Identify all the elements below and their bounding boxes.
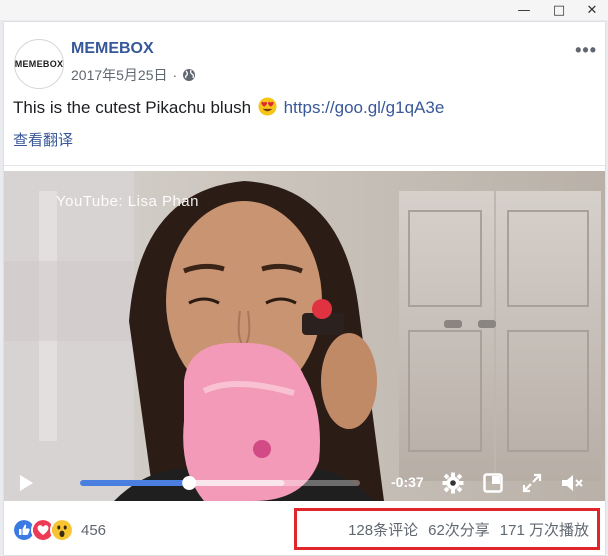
see-translation-link[interactable]: 查看翻译 — [13, 129, 73, 150]
avatar-logo-text: MEMEBOX — [14, 59, 64, 69]
close-window-button[interactable]: ✕ — [574, 0, 608, 20]
post-card: MEMEBOX MEMEBOX 2017年5月25日 · ••• This is… — [3, 21, 606, 556]
engagement-stats: 128条评论 62次分享 171 万次播放 — [294, 508, 600, 550]
globe-icon — [183, 69, 196, 81]
video-watermark: YouTube: Lisa Phan — [56, 193, 199, 210]
minimize-button[interactable]: — — [506, 0, 542, 20]
maximize-button[interactable]: □ — [541, 0, 577, 20]
reaction-count: 456 — [81, 521, 107, 539]
post-stats: 456 128条评论 62次分享 171 万次播放 — [4, 508, 605, 554]
window-titlebar: — □ ✕ — [0, 0, 608, 20]
close-icon: ✕ — [586, 2, 598, 18]
maximize-icon: □ — [552, 2, 566, 18]
time-remaining: -0:37 — [391, 474, 424, 490]
views-count: 171 万次播放 — [499, 521, 589, 539]
video-player[interactable]: YouTube: Lisa Phan -0:37 — [4, 171, 605, 501]
post-text: This is the cutest Pikachu blush — [13, 98, 252, 117]
more-options-button[interactable]: ••• — [575, 40, 597, 61]
reactions-summary[interactable]: 456 — [12, 518, 106, 542]
fullscreen-icon[interactable] — [522, 473, 542, 493]
shares-count-link[interactable]: 62次分享 — [428, 519, 490, 540]
post-link[interactable]: https://goo.gl/g1qA3e — [284, 98, 445, 117]
post-message: This is the cutest Pikachu blush https:/… — [13, 97, 444, 118]
minimize-icon: — — [517, 2, 531, 18]
comments-count-link[interactable]: 128条评论 — [348, 519, 418, 540]
play-icon[interactable] — [18, 473, 34, 493]
divider — [4, 165, 605, 166]
avatar[interactable]: MEMEBOX — [14, 39, 64, 89]
page-name-link[interactable]: MEMEBOX — [71, 40, 154, 58]
pip-icon[interactable] — [483, 473, 503, 493]
wow-reaction-icon — [50, 518, 74, 542]
video-progress-bar[interactable] — [80, 476, 360, 490]
gear-icon[interactable] — [442, 472, 464, 494]
post-date[interactable]: 2017年5月25日 — [71, 65, 168, 85]
video-controls: -0:37 — [4, 466, 605, 500]
post-meta: 2017年5月25日 · — [71, 65, 196, 85]
video-frame — [4, 171, 605, 501]
volume-muted-icon[interactable] — [560, 472, 584, 494]
heart-eyes-emoji-icon — [258, 97, 277, 116]
